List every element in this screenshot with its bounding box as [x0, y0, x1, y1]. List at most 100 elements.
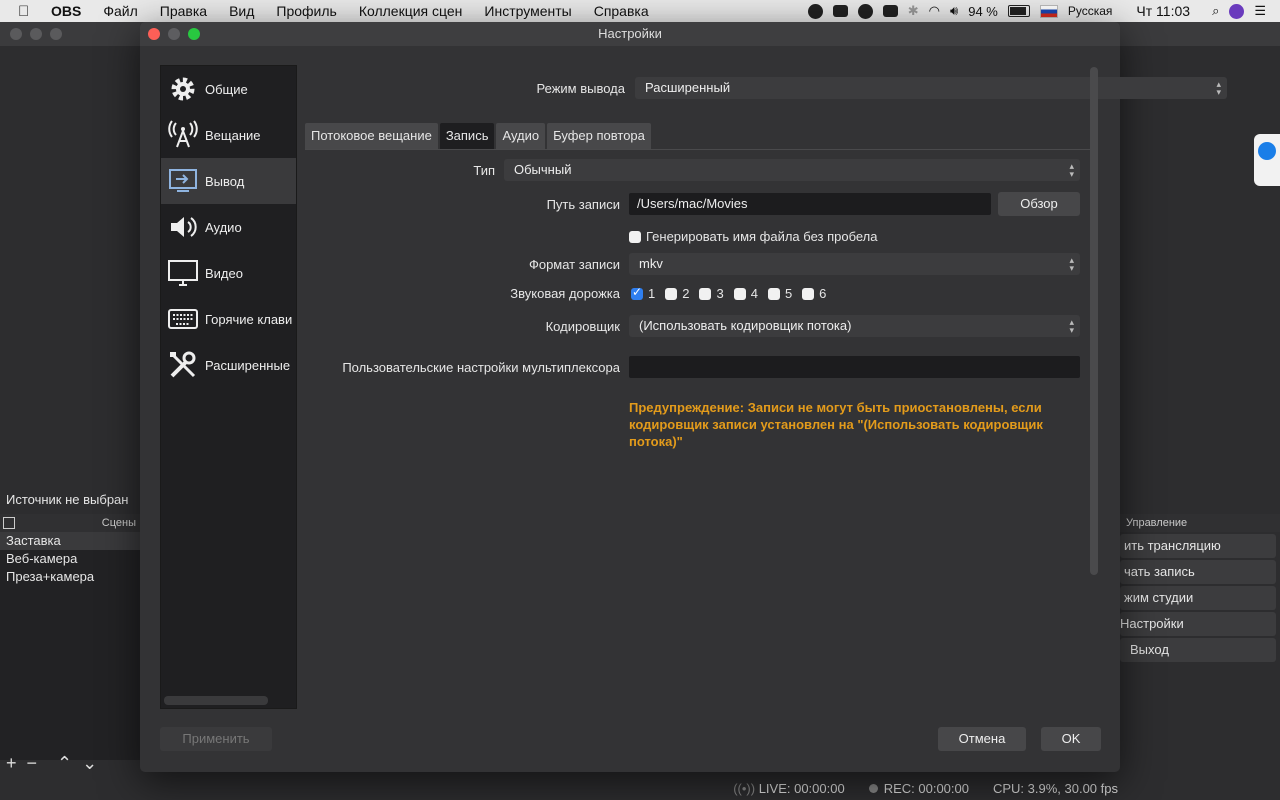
- dock-float-icon[interactable]: [3, 517, 15, 529]
- track-2-checkbox[interactable]: [665, 287, 678, 300]
- telegram-tray-icon[interactable]: [857, 3, 873, 19]
- track-label: 3: [716, 286, 724, 301]
- settings-button[interactable]: Настройки: [1120, 612, 1276, 636]
- menu-profile[interactable]: Профиль: [265, 3, 347, 19]
- sidebar-scrollbar[interactable]: [164, 696, 268, 705]
- track-1[interactable]: 1: [631, 285, 655, 301]
- obs-tray-icon[interactable]: [807, 3, 823, 19]
- move-up-icon[interactable]: ⌃: [57, 753, 72, 774]
- live-icon: ((•)): [733, 780, 756, 796]
- menu-help[interactable]: Справка: [583, 3, 660, 19]
- track-1-checkbox[interactable]: [631, 285, 643, 300]
- teamviewer-tray-icon[interactable]: [882, 5, 898, 17]
- tab-recording[interactable]: Запись: [439, 123, 495, 149]
- ok-label: OK: [1061, 731, 1081, 746]
- sidebar-item-output[interactable]: Вывод: [161, 158, 296, 204]
- start-streaming-label: ить трансляцию: [1124, 538, 1221, 553]
- recording-path-input[interactable]: /Users/mac/Movies: [629, 193, 991, 215]
- track-6[interactable]: 6: [802, 286, 826, 301]
- obs-minimize-icon[interactable]: [30, 28, 42, 40]
- track-6-checkbox[interactable]: [802, 287, 815, 300]
- encoder-label: Кодировщик: [545, 318, 620, 334]
- clock[interactable]: Чт 11:03: [1136, 3, 1190, 19]
- menu-file[interactable]: Файл: [92, 3, 148, 19]
- track-3-checkbox[interactable]: [699, 287, 712, 300]
- siri-icon[interactable]: [1229, 3, 1245, 19]
- track-5[interactable]: 5: [767, 286, 792, 301]
- menu-tools[interactable]: Инструменты: [473, 3, 582, 19]
- type-select[interactable]: Обычный ▴ ▾: [504, 159, 1080, 181]
- zoom-tray-icon[interactable]: [832, 5, 848, 17]
- sidebar-item-advanced[interactable]: Расширенные: [161, 342, 296, 388]
- rec-dot-icon: [868, 783, 878, 793]
- sidebar-item-label: Горячие клави: [205, 311, 293, 327]
- apple-icon[interactable]: : [18, 3, 40, 20]
- obs-close-icon[interactable]: [10, 28, 22, 40]
- tracks-label: Звуковая дорожка: [510, 286, 620, 301]
- close-icon[interactable]: [148, 28, 160, 40]
- mux-label: Пользовательские настройки мультиплексор…: [342, 359, 620, 375]
- track-4[interactable]: 4: [733, 286, 758, 301]
- ok-button[interactable]: OK: [1041, 727, 1101, 751]
- battery-icon[interactable]: [1007, 5, 1030, 17]
- exit-button[interactable]: Выход: [1120, 638, 1276, 662]
- content-scrollbar[interactable]: [1090, 67, 1098, 575]
- scene-item[interactable]: Преза+камера: [0, 568, 140, 586]
- track-3[interactable]: 3: [699, 286, 724, 301]
- browse-button[interactable]: Обзор: [998, 192, 1080, 216]
- apply-button[interactable]: Применить: [160, 727, 272, 751]
- maximize-icon[interactable]: [188, 28, 200, 40]
- sidebar-item-general[interactable]: Общие: [161, 66, 296, 112]
- obs-maximize-icon[interactable]: [50, 28, 62, 40]
- add-icon[interactable]: +: [6, 753, 17, 774]
- sidebar-item-video[interactable]: Видео: [161, 250, 296, 296]
- live-time: LIVE: 00:00:00: [758, 780, 845, 796]
- bluetooth-icon[interactable]: ✱: [908, 3, 919, 19]
- wifi-icon[interactable]: ◠: [929, 3, 940, 19]
- studio-mode-button[interactable]: жим студии: [1120, 586, 1276, 610]
- start-recording-button[interactable]: чать запись: [1120, 560, 1276, 584]
- scene-item[interactable]: Веб-камера: [0, 550, 140, 568]
- menu-view[interactable]: Вид: [218, 3, 265, 19]
- minimize-icon[interactable]: [168, 28, 180, 40]
- mux-settings-input[interactable]: [629, 356, 1080, 378]
- move-down-icon[interactable]: ⌄: [82, 753, 97, 774]
- studio-mode-label: жим студии: [1124, 590, 1194, 605]
- scenes-panel: Сцены Заставка Веб-камера Преза+камера: [0, 514, 140, 760]
- remove-icon[interactable]: −: [27, 753, 38, 774]
- scene-item[interactable]: Заставка: [0, 532, 140, 550]
- menu-edit[interactable]: Правка: [149, 3, 218, 19]
- output-mode-select[interactable]: Расширенный ▴ ▾: [635, 77, 1227, 99]
- controls-panel: Управление ить трансляцию чать запись жи…: [1120, 514, 1280, 714]
- input-source[interactable]: Русская: [1068, 4, 1113, 18]
- spotlight-icon[interactable]: ⌕: [1212, 3, 1219, 19]
- path-label: Путь записи: [546, 196, 620, 212]
- sidebar-item-hotkeys[interactable]: Горячие клави: [161, 296, 296, 342]
- battery-percent[interactable]: 94 %: [968, 4, 998, 19]
- start-streaming-button[interactable]: ить трансляцию: [1120, 534, 1276, 558]
- tab-streaming[interactable]: Потоковое вещание: [305, 123, 438, 149]
- flag-icon[interactable]: [1039, 4, 1058, 18]
- dialog-titlebar: Настройки: [140, 22, 1120, 46]
- track-2[interactable]: 2: [665, 286, 689, 301]
- format-select[interactable]: mkv ▴ ▾: [629, 253, 1080, 275]
- tab-replay-buffer[interactable]: Буфер повтора: [547, 123, 651, 149]
- rec-time: REC: 00:00:00: [883, 780, 969, 796]
- exit-label: Выход: [1130, 642, 1169, 657]
- track-4-checkbox[interactable]: [733, 287, 746, 300]
- controls-header: Управление: [1120, 514, 1280, 532]
- output-icon: [165, 163, 201, 199]
- gear-icon: [165, 71, 201, 107]
- menu-app[interactable]: OBS: [40, 3, 92, 19]
- no-space-checkbox[interactable]: [629, 230, 641, 243]
- notification-center-icon[interactable]: ☰: [1254, 3, 1266, 19]
- cancel-button[interactable]: Отмена: [938, 727, 1026, 751]
- volume-icon[interactable]: 🔊︎: [950, 3, 958, 19]
- sidebar-item-audio[interactable]: Аудио: [161, 204, 296, 250]
- teamviewer-badge[interactable]: [1254, 134, 1280, 186]
- menu-scene-collection[interactable]: Коллекция сцен: [348, 3, 474, 19]
- tab-audio[interactable]: Аудио: [496, 123, 546, 149]
- encoder-select[interactable]: (Использовать кодировщик потока) ▴ ▾: [629, 315, 1080, 337]
- sidebar-item-stream[interactable]: Вещание: [161, 112, 296, 158]
- track-5-checkbox[interactable]: [767, 287, 780, 300]
